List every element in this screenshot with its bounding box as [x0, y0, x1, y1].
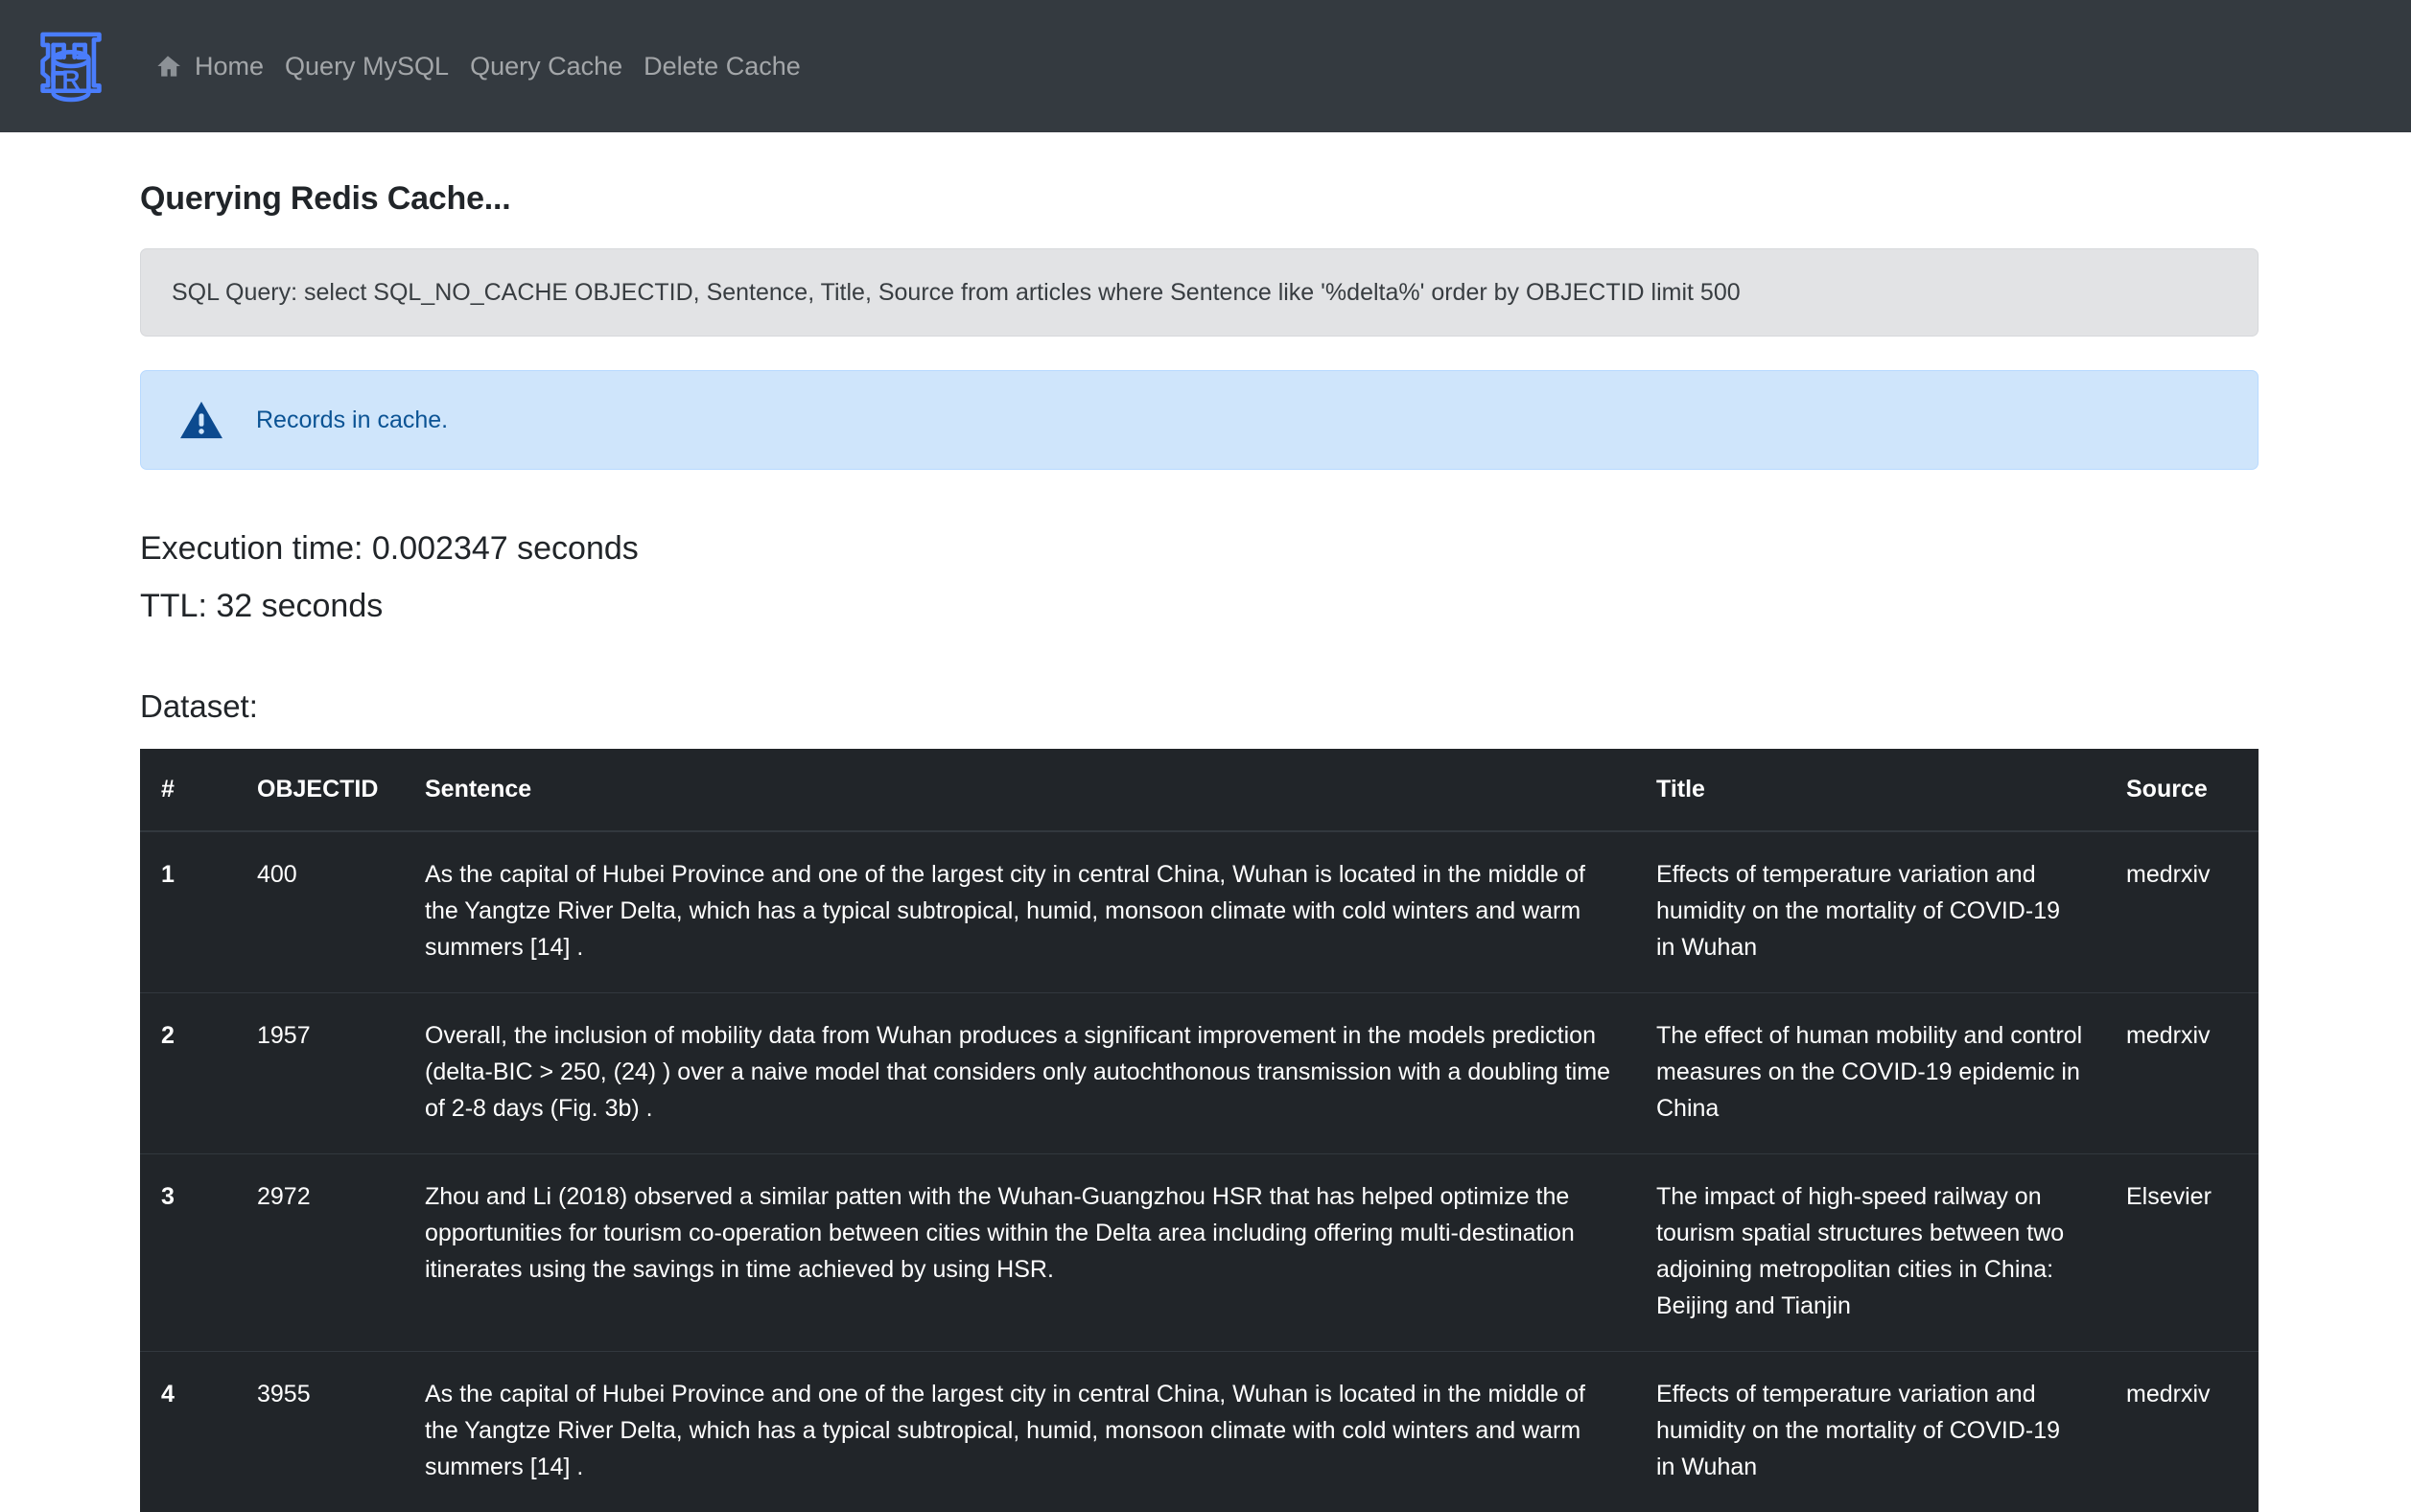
nav-link-query-cache-label: Query Cache: [470, 54, 622, 80]
page-content: Querying Redis Cache... SQL Query: selec…: [0, 180, 2411, 1512]
cache-status-alert: Records in cache.: [140, 370, 2259, 470]
svg-text:R: R: [62, 67, 81, 94]
table-row: 21957Overall, the inclusion of mobility …: [140, 992, 2259, 1153]
cell-index: 3: [140, 1153, 236, 1351]
cell-title: The impact of high-speed railway on tour…: [1635, 1153, 2105, 1351]
cell-title: The effect of human mobility and control…: [1635, 992, 2105, 1153]
nav-list-item: Query Cache: [470, 54, 644, 80]
main-navbar: R Home Query MySQL Query Cache: [0, 0, 2411, 132]
home-icon: [153, 54, 182, 79]
page-title: Querying Redis Cache...: [140, 180, 2350, 218]
cache-status-alert-text: Records in cache.: [256, 404, 448, 437]
cell-objectid: 1957: [236, 992, 404, 1153]
cell-source: medrxiv: [2105, 1351, 2259, 1512]
nav-list-item: Home: [153, 54, 285, 80]
cell-index: 2: [140, 992, 236, 1153]
nav-list-item: Delete Cache: [644, 54, 822, 80]
nav-link-delete-cache-label: Delete Cache: [644, 54, 801, 80]
nav-link-home[interactable]: Home: [153, 54, 285, 80]
cell-sentence: Zhou and Li (2018) observed a similar pa…: [404, 1153, 1635, 1351]
execution-time-text: Execution time: 0.002347 seconds: [140, 527, 2350, 571]
table-row: 32972Zhou and Li (2018) observed a simil…: [140, 1153, 2259, 1351]
nav-list-item: Query MySQL: [285, 54, 470, 80]
cell-title: Effects of temperature variation and hum…: [1635, 831, 2105, 993]
dataset-table-head: # OBJECTID Sentence Title Source: [140, 749, 2259, 831]
warning-triangle-icon: [179, 400, 223, 440]
nav-link-query-mysql-label: Query MySQL: [285, 54, 449, 80]
table-header-row: # OBJECTID Sentence Title Source: [140, 749, 2259, 831]
cell-source: medrxiv: [2105, 831, 2259, 993]
ttl-text: TTL: 32 seconds: [140, 585, 2350, 629]
table-row: 43955As the capital of Hubei Province an…: [140, 1351, 2259, 1512]
cell-source: medrxiv: [2105, 992, 2259, 1153]
dataset-table-wrapper: # OBJECTID Sentence Title Source 1400As …: [140, 749, 2259, 1512]
dataset-table: # OBJECTID Sentence Title Source 1400As …: [140, 749, 2259, 1512]
column-header-objectid: OBJECTID: [236, 749, 404, 831]
column-header-source: Source: [2105, 749, 2259, 831]
cell-objectid: 2972: [236, 1153, 404, 1351]
nav-link-query-mysql[interactable]: Query MySQL: [285, 54, 470, 80]
redis-database-logo[interactable]: R: [27, 22, 115, 110]
table-row: 1400As the capital of Hubei Province and…: [140, 831, 2259, 993]
dataset-label: Dataset:: [140, 686, 2350, 728]
cell-sentence: As the capital of Hubei Province and one…: [404, 831, 1635, 993]
cell-sentence: Overall, the inclusion of mobility data …: [404, 992, 1635, 1153]
cell-title: Effects of temperature variation and hum…: [1635, 1351, 2105, 1512]
redis-database-logo-icon: R: [27, 22, 115, 110]
cell-source: Elsevier: [2105, 1153, 2259, 1351]
nav-link-query-cache[interactable]: Query Cache: [470, 54, 644, 80]
nav-link-home-label: Home: [195, 54, 264, 80]
cell-objectid: 400: [236, 831, 404, 993]
column-header-index: #: [140, 749, 236, 831]
dataset-table-body: 1400As the capital of Hubei Province and…: [140, 831, 2259, 1512]
stats-block: Execution time: 0.002347 seconds TTL: 32…: [140, 527, 2350, 629]
column-header-title: Title: [1635, 749, 2105, 831]
cell-index: 4: [140, 1351, 236, 1512]
navbar-links: Home Query MySQL Query Cache Delete Cach…: [153, 54, 822, 80]
cell-objectid: 3955: [236, 1351, 404, 1512]
cell-sentence: As the capital of Hubei Province and one…: [404, 1351, 1635, 1512]
cell-index: 1: [140, 831, 236, 993]
column-header-sentence: Sentence: [404, 749, 1635, 831]
nav-link-delete-cache[interactable]: Delete Cache: [644, 54, 822, 80]
sql-query-box: SQL Query: select SQL_NO_CACHE OBJECTID,…: [140, 248, 2259, 337]
